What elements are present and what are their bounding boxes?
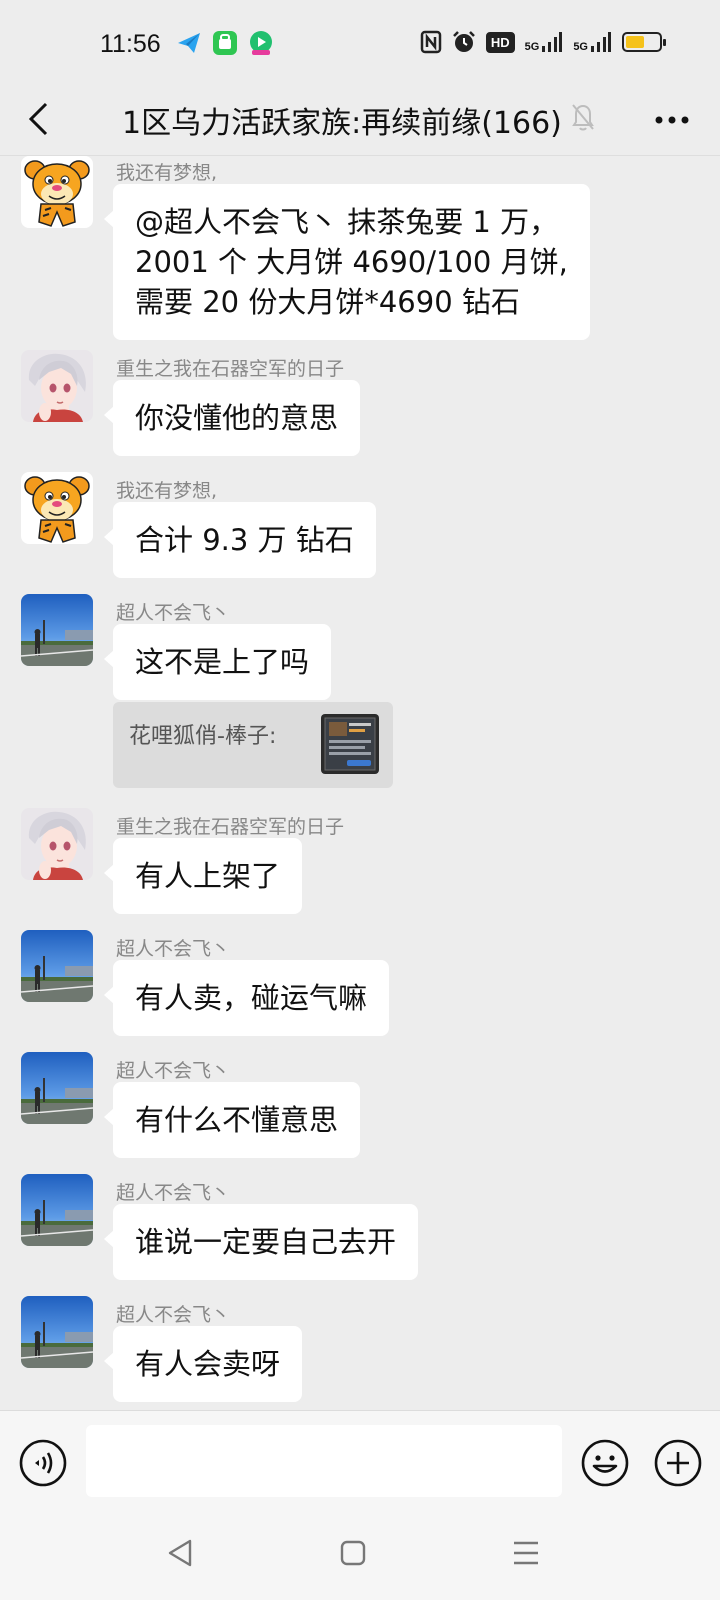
chat-title[interactable]: 1区乌力活跃家族:再续前缘(166) — [122, 98, 562, 142]
avatar[interactable] — [21, 350, 93, 422]
message-bubble[interactable]: 有人会卖呀 — [103, 1326, 303, 1402]
signal-bars-icon — [591, 32, 611, 52]
nav-home-icon[interactable] — [340, 1540, 366, 1566]
network-type-2: 5G — [573, 41, 588, 53]
message-bubble[interactable]: 你没懂他的意思 — [103, 380, 361, 456]
status-time: 11:56 — [100, 30, 161, 58]
message-text-line: 2001 个 大月饼 4690/100 月饼, — [135, 245, 568, 279]
nav-back-icon[interactable] — [166, 1538, 194, 1568]
message-bubble[interactable]: 谁说一定要自己去开 — [103, 1204, 419, 1280]
sender-name: 超人不会飞丶 — [116, 938, 231, 960]
message-text-line: 你没懂他的意思 — [135, 401, 339, 435]
input-bar — [0, 1410, 720, 1516]
avatar[interactable] — [21, 1174, 93, 1246]
message-text-line: 有人卖，碰运气嘛 — [135, 981, 368, 1015]
message-text-line: 合计 9.3 万 钻石 — [135, 523, 354, 557]
message-text-line: 有人会卖呀 — [135, 1347, 281, 1381]
voice-icon[interactable] — [18, 1438, 68, 1488]
emoji-icon[interactable] — [579, 1437, 631, 1489]
green-app-icon — [213, 31, 237, 55]
sender-name: 超人不会飞丶 — [116, 602, 231, 624]
avatar[interactable] — [21, 594, 93, 666]
message-text-line: 有人上架了 — [135, 859, 281, 893]
quote-text: 花哩狐俏-棒子: — [129, 724, 277, 749]
system-nav-bar — [0, 1516, 720, 1600]
battery-cap — [663, 39, 666, 46]
message-text-line: 有什么不懂意思 — [135, 1103, 339, 1137]
paper-plane-app-icon — [178, 33, 200, 53]
chat-messages[interactable]: 我还有梦想, @超人不会飞丶 抹茶兔要 1 万， 2001 个 大月饼 4690… — [0, 156, 720, 1410]
sender-name: 超人不会飞丶 — [116, 1060, 231, 1082]
game-screenshot-thumbnail[interactable] — [321, 714, 379, 774]
signal-bars-icon — [542, 32, 563, 52]
sender-name: 我还有梦想, — [116, 480, 218, 502]
chevron-left-icon — [28, 102, 48, 136]
status-bar: 11:56 HD 5G 5G — [0, 0, 720, 84]
avatar[interactable] — [21, 1052, 93, 1124]
chat-header: 1区乌力活跃家族:再续前缘(166) — [0, 84, 720, 156]
message-input[interactable] — [86, 1425, 562, 1497]
signal-2: 5G — [573, 31, 612, 53]
bell-off-icon — [572, 104, 594, 131]
sender-name: 超人不会飞丶 — [116, 1304, 231, 1326]
message-bubble[interactable]: 有什么不懂意思 — [103, 1082, 361, 1158]
quoted-message[interactable]: 花哩狐俏-棒子: — [113, 702, 393, 788]
nfc-icon — [420, 30, 442, 54]
sender-name: 重生之我在石器空军的日子 — [116, 816, 345, 838]
message-bubble[interactable]: 合计 9.3 万 钻石 — [104, 502, 376, 578]
more-dots-icon — [655, 116, 689, 124]
message-text-line: 需要 20 份大月饼*4690 钻石 — [135, 285, 520, 319]
sender-name: 重生之我在石器空军的日子 — [116, 358, 345, 380]
signal-1: 5G — [525, 31, 564, 53]
avatar[interactable] — [21, 930, 93, 1002]
status-right-icons: HD 5G 5G — [420, 30, 666, 54]
message-text-line: 谁说一定要自己去开 — [135, 1225, 397, 1259]
hd-badge: HD — [485, 31, 515, 53]
message-bubble[interactable]: 这不是上了吗 — [103, 624, 332, 700]
more-button[interactable] — [652, 102, 692, 138]
message-text-line: @超人不会飞丶 抹茶兔要 1 万， — [135, 205, 559, 239]
avatar[interactable] — [21, 156, 93, 228]
alarm-icon — [452, 31, 475, 52]
battery-icon — [622, 32, 666, 52]
sender-name: 超人不会飞丶 — [116, 1182, 231, 1204]
network-type-1: 5G — [524, 41, 540, 53]
avatar[interactable] — [21, 472, 93, 544]
avatar[interactable] — [21, 1296, 93, 1368]
sender-name: 我还有梦想, — [116, 162, 218, 184]
message-bubble[interactable]: 有人卖，碰运气嘛 — [103, 960, 390, 1036]
avatar[interactable] — [21, 808, 93, 880]
battery-fill — [626, 36, 644, 48]
video-app-icon — [250, 31, 272, 55]
nav-menu-icon[interactable] — [512, 1540, 540, 1566]
message-text-line: 这不是上了吗 — [135, 645, 310, 679]
message-bubble[interactable]: @超人不会飞丶 抹茶兔要 1 万， 2001 个 大月饼 4690/100 月饼… — [104, 184, 590, 340]
message-bubble[interactable]: 有人上架了 — [103, 838, 303, 914]
plus-circle-icon[interactable] — [652, 1437, 704, 1489]
notification-icons — [176, 30, 274, 56]
back-button[interactable] — [18, 96, 58, 142]
